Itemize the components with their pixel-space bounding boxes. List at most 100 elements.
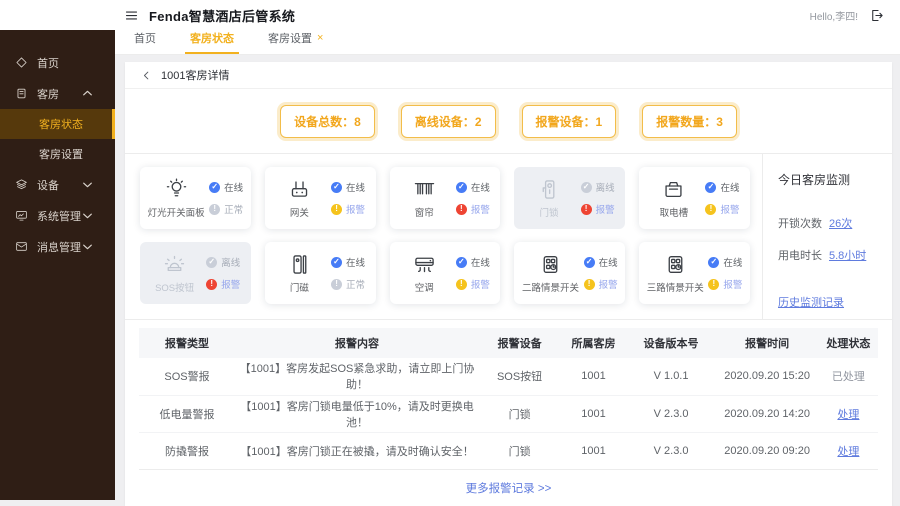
content-area: 首页 客房状态 客房设置 × 1001客房详情 设备总数：8 离线设备：2 报警设备：1 报… <box>115 30 900 506</box>
device-card-2[interactable]: 窗帘 在线报警 <box>389 167 501 229</box>
device-name: 灯光开关面板 <box>147 208 205 219</box>
table-row: 防撬警报 【1001】客房门锁正在被撬，请及时确认安全！ 门锁 1001 V 2.3.0… <box>139 432 878 469</box>
table-cell: 2020.09.20 09:20 <box>724 444 810 457</box>
table-cell: SOS警报 <box>139 358 236 396</box>
metric-value-link[interactable]: 26次 <box>829 215 852 231</box>
warning-status-icon <box>705 203 717 215</box>
hamburger-icon[interactable] <box>124 8 139 23</box>
connectivity-status: 在线 <box>209 180 243 194</box>
stat-value: 1 <box>595 115 603 129</box>
connectivity-label: 在线 <box>723 258 743 269</box>
stat-value: 3 <box>716 115 723 129</box>
table-cell: 低电量警报 <box>139 395 236 433</box>
sos-icon <box>162 252 187 277</box>
sidebar-item-label: 系统管理 <box>37 210 81 223</box>
chevron-down-icon <box>81 178 94 191</box>
table-cell: 【1001】客房门锁正在被撬，请及时确认安全！ <box>240 445 474 458</box>
device-card-0[interactable]: 灯光开关面板 在线正常 <box>140 167 251 229</box>
metric-label: 开锁次数 <box>778 218 822 230</box>
monitor-title: 今日客房监测 <box>778 173 851 187</box>
light-switch-icon <box>164 177 189 202</box>
app-header: Fenda智慧酒店后管系统 Hello,李四! <box>0 0 900 30</box>
sidebar-item-0[interactable]: 首页 <box>0 47 115 78</box>
history-record-link[interactable]: 历史监测记录 <box>778 294 844 310</box>
close-icon[interactable]: × <box>317 32 323 44</box>
device-name: 网关 <box>289 208 309 219</box>
condition-status: 报警 <box>331 202 365 216</box>
status-cell[interactable]: 处理 <box>818 395 878 433</box>
device-card-9[interactable]: 三路情景开关在线报警 <box>639 242 750 304</box>
device-statuses: 在线报警 <box>455 255 490 291</box>
monitor-metric-0: 开锁次数 26次 <box>778 215 884 231</box>
tab-label: 首页 <box>134 33 156 45</box>
connectivity-label: 在线 <box>720 183 740 194</box>
sidebar-item-label: 设备 <box>37 179 59 192</box>
status-cell[interactable]: 处理 <box>819 432 878 469</box>
online-status-icon <box>209 181 221 193</box>
device-card-3[interactable]: 门锁 离线报警 <box>514 167 626 229</box>
danger-status-icon <box>455 203 467 215</box>
danger-status-icon <box>580 203 592 215</box>
device-name: 二路情景开关 <box>521 283 579 294</box>
alarm-table: 报警类型 报警内容 报警设备 所属客房 设备版本号 报警时间 处理状态 SOS警报 【1001… <box>139 328 878 469</box>
device-name: SOS按钮 <box>155 283 195 294</box>
metric-label: 用电时长 <box>778 250 822 262</box>
online-status-icon <box>331 181 343 193</box>
sidebar-subitem-1-1[interactable]: 客房设置 <box>0 139 115 169</box>
monitor-metrics: 开锁次数 26次用电时长 5.8小时 <box>778 215 884 263</box>
condition-status: 正常 <box>209 202 243 216</box>
stat-badge-3: 报警数量：3 <box>642 105 737 138</box>
condition-status: 报警 <box>708 277 742 291</box>
table-cell: 1001 <box>560 395 627 433</box>
more-alarms-link[interactable]: 更多报警记录 >> <box>139 469 878 506</box>
sidebar-item-4[interactable]: 消息管理 <box>0 231 115 262</box>
device-name: 窗帘 <box>414 208 434 219</box>
device-card-7[interactable]: 空调 在线报警 <box>389 242 501 304</box>
chevron-down-icon <box>81 240 94 253</box>
tab-1[interactable]: 客房状态 <box>185 30 239 54</box>
logout-icon[interactable] <box>869 8 884 23</box>
device-card-5[interactable]: SOS按钮离线报警 <box>140 242 251 304</box>
online-status-icon <box>708 256 720 268</box>
back-icon[interactable] <box>141 70 152 81</box>
metric-value-link[interactable]: 5.8小时 <box>829 247 866 263</box>
header-right: Hello,李四! <box>810 8 884 23</box>
tab-label: 客房设置 <box>268 33 312 45</box>
online-status-icon <box>455 256 467 268</box>
device-card-6[interactable]: 门磁 在线正常 <box>264 242 376 304</box>
condition-status: 报警 <box>455 202 490 216</box>
warning-status-icon <box>583 278 595 290</box>
sidebar-item-3[interactable]: 系统管理 <box>0 200 115 231</box>
device-name: 门锁 <box>539 208 559 219</box>
sidebar-subitem-1-0[interactable]: 客房状态 <box>0 109 115 139</box>
device-card-4[interactable]: 取电槽 在线报警 <box>639 167 750 229</box>
table-row: 低电量警报 【1001】客房门锁电量低于10%，请及时更换电池！ 门锁 1001 V 2… <box>139 395 878 433</box>
stat-badge-2: 报警设备：1 <box>521 105 617 138</box>
device-statuses: 在线报警 <box>583 255 618 291</box>
device-statuses: 在线报警 <box>455 180 490 216</box>
device-info: 灯光开关面板 <box>148 177 205 219</box>
condition-label: 报警 <box>723 280 743 291</box>
stat-value: 2 <box>474 115 482 129</box>
tab-2[interactable]: 客房设置 × <box>263 30 328 54</box>
home-icon <box>15 56 28 69</box>
sidebar-item-1[interactable]: 客房 <box>0 78 115 109</box>
device-card-1[interactable]: 网关 在线报警 <box>264 167 376 229</box>
ac-icon <box>412 252 437 277</box>
danger-status-icon <box>206 278 218 290</box>
device-name: 空调 <box>414 283 434 294</box>
main-panel: 1001客房详情 设备总数：8 离线设备：2 报警设备：1 报警数量：3 灯光开关面板… <box>125 62 892 506</box>
door-lock-icon <box>537 177 562 202</box>
connectivity-status: 在线 <box>455 180 490 194</box>
device-statuses: 在线报警 <box>331 180 365 216</box>
offline-status-icon <box>206 256 218 268</box>
alarm-table-section: 报警类型 报警内容 报警设备 所属客房 设备版本号 报警时间 处理状态 SOS警报 【1001… <box>125 319 892 469</box>
scene-switch-icon <box>538 252 563 277</box>
device-info: 窗帘 <box>400 177 448 219</box>
condition-status: 正常 <box>331 277 365 291</box>
sidebar: 首页 客房 客房状态 客房设置设备系统管理消息管理 <box>0 30 115 500</box>
tab-0[interactable]: 首页 <box>129 30 161 54</box>
sidebar-item-2[interactable]: 设备 <box>0 169 115 200</box>
device-card-8[interactable]: 二路情景开关在线报警 <box>514 242 626 304</box>
chevron-up-icon <box>81 87 94 100</box>
